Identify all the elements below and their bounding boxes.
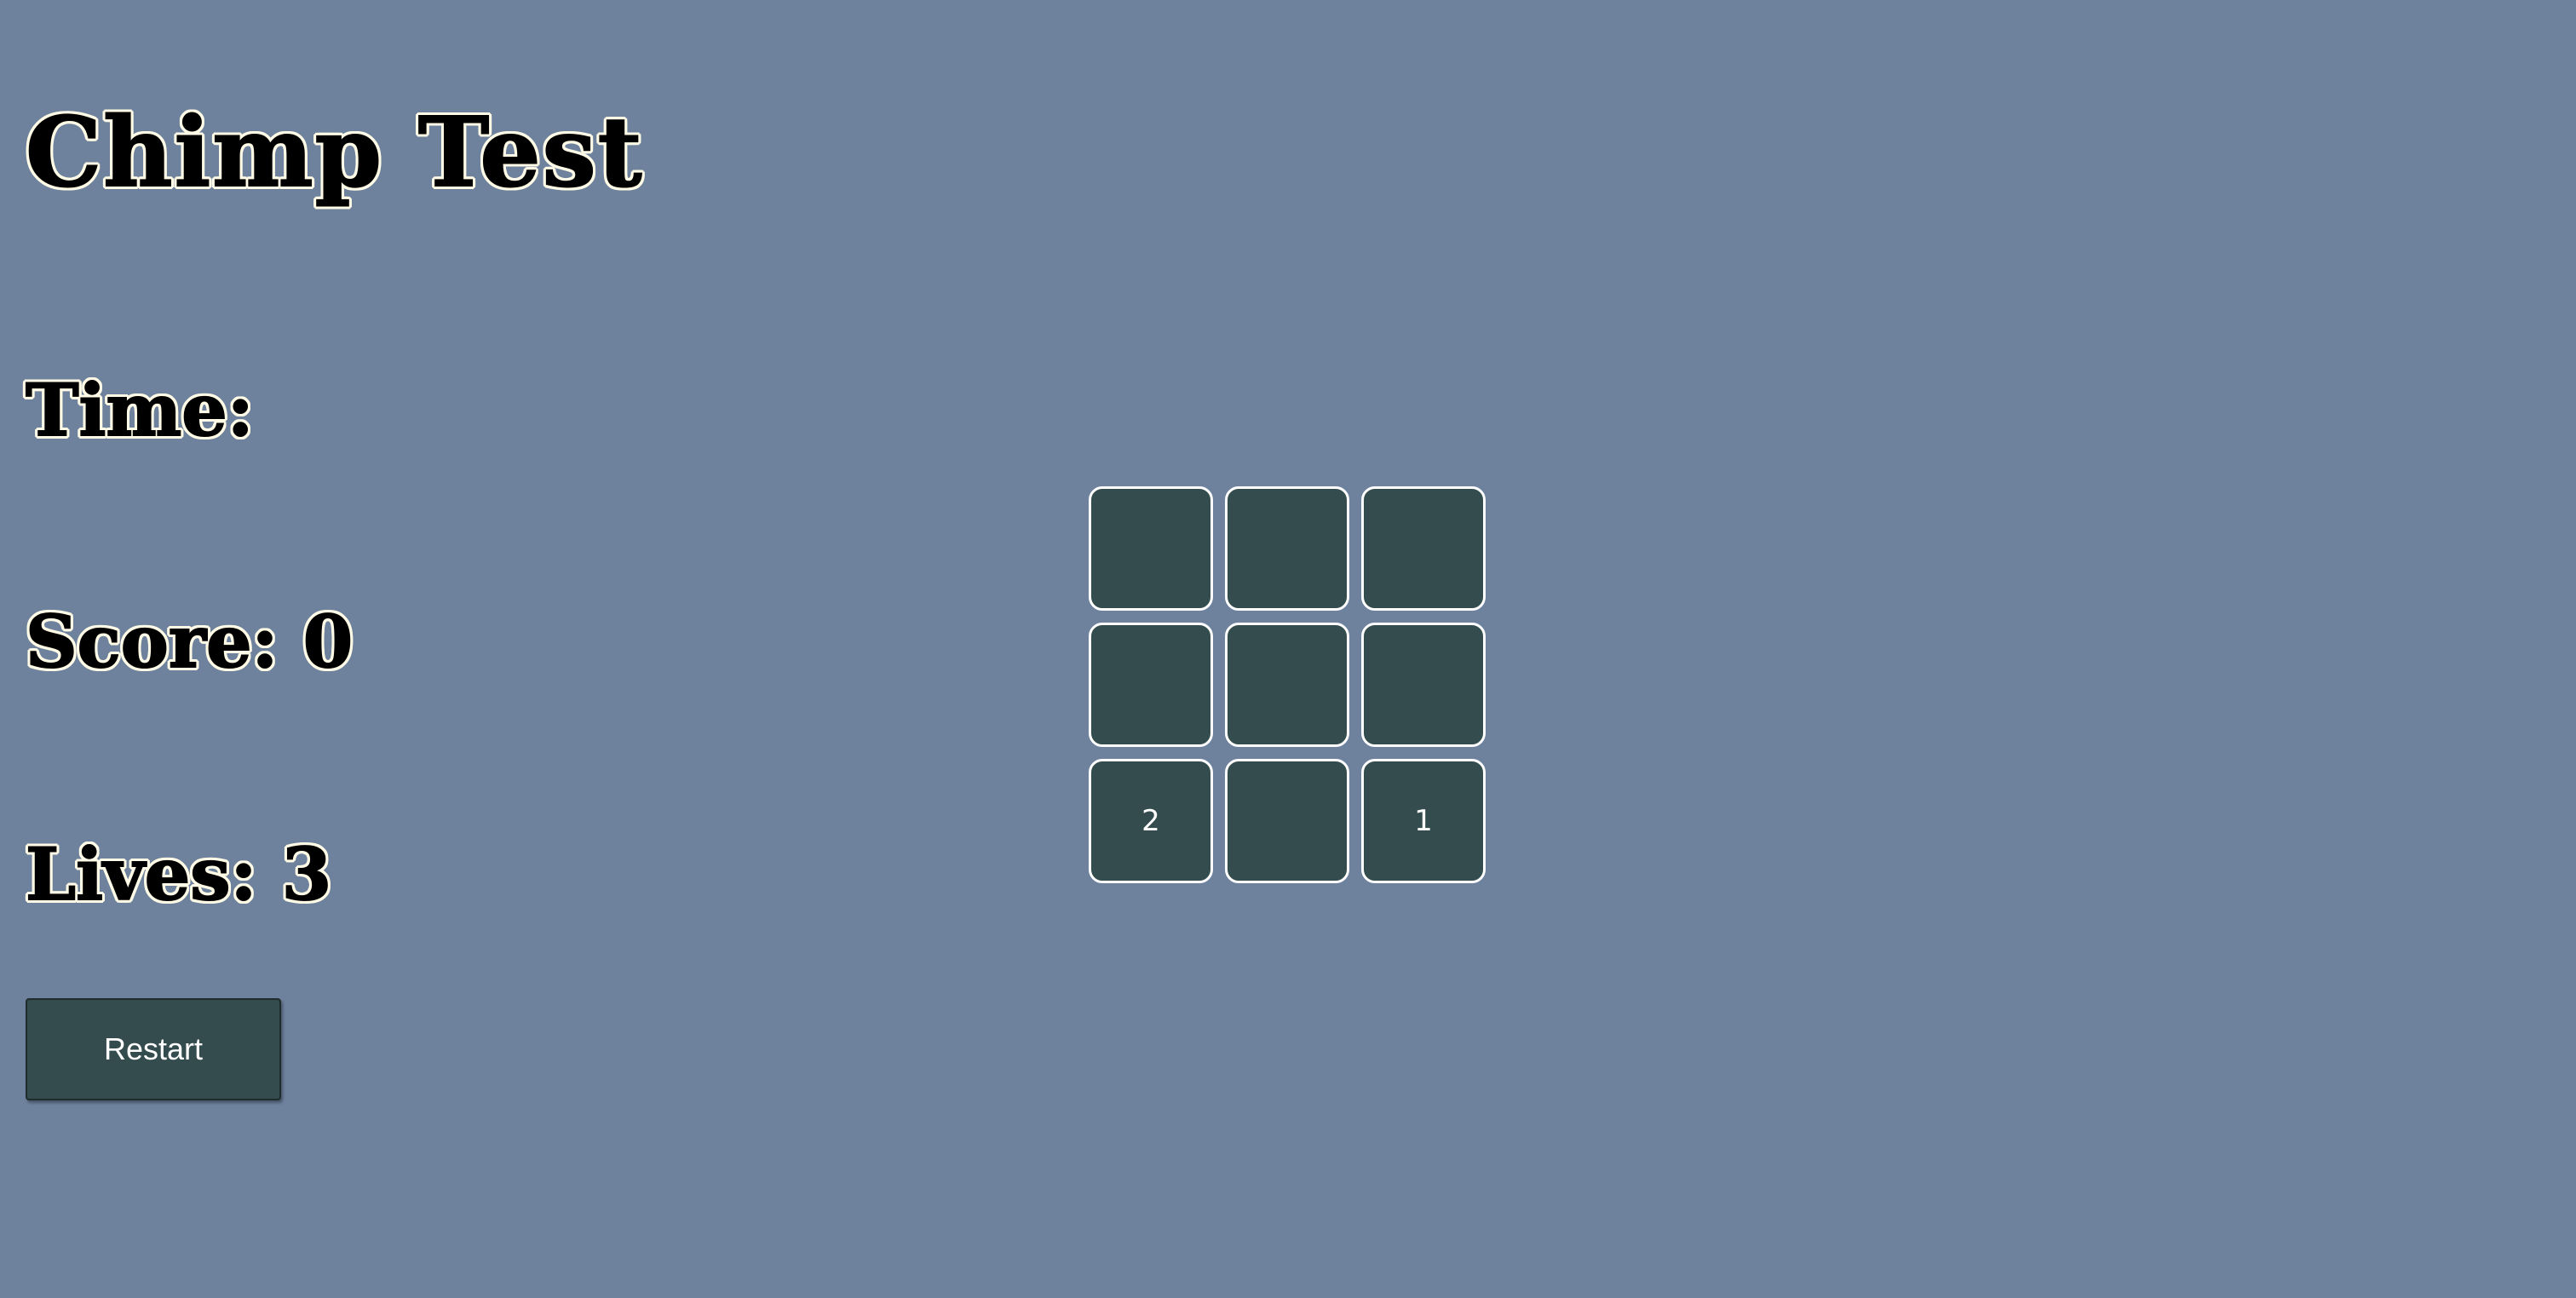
grid-tile-6[interactable] xyxy=(1361,623,1486,747)
grid-tile-1[interactable] xyxy=(1089,486,1213,611)
score-label: Score: xyxy=(25,600,279,684)
grid-tile-9[interactable]: 1 xyxy=(1361,759,1486,883)
lives-value: 3 xyxy=(281,832,332,916)
time-display: Time: xyxy=(25,374,255,447)
lives-label: Lives: xyxy=(25,832,258,916)
time-label: Time: xyxy=(25,368,255,452)
grid-tile-2[interactable] xyxy=(1225,486,1349,611)
grid-tile-4[interactable] xyxy=(1089,623,1213,747)
tile-grid: 2 1 xyxy=(1089,486,1487,885)
lives-display: Lives: 3 xyxy=(25,838,332,911)
grid-tile-3[interactable] xyxy=(1361,486,1486,611)
grid-tile-5[interactable] xyxy=(1225,623,1349,747)
score-display: Score: 0 xyxy=(25,606,354,679)
grid-tile-7[interactable]: 2 xyxy=(1089,759,1213,883)
grid-tile-8[interactable] xyxy=(1225,759,1349,883)
restart-button[interactable]: Restart xyxy=(26,998,281,1100)
page-title: Chimp Test xyxy=(25,97,644,209)
score-value: 0 xyxy=(302,600,354,684)
